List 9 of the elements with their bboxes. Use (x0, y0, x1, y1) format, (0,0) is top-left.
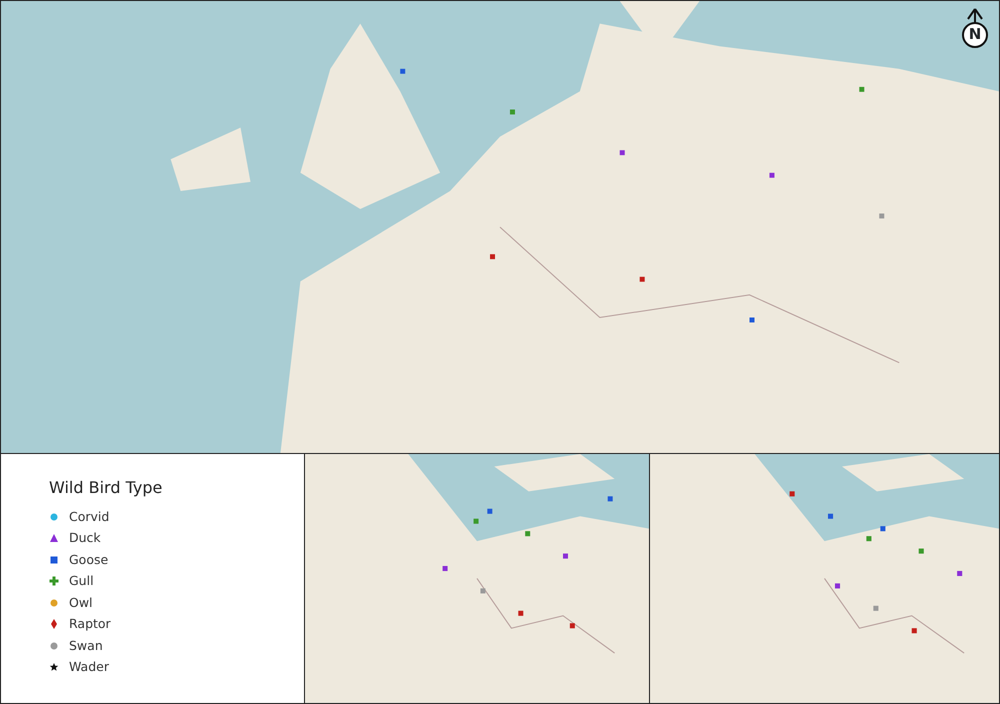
legend-label: Goose (69, 550, 108, 569)
legend-label: Swan (69, 636, 103, 655)
legend-label: Owl (69, 594, 93, 612)
legend-label: Wader (69, 658, 109, 676)
legend-label: Gull (69, 572, 94, 590)
legend-label: Duck (69, 529, 101, 548)
legend-label: Raptor (69, 615, 111, 634)
legend-label: Corvid (69, 508, 110, 526)
legend-title: Wild Bird Type (49, 477, 164, 500)
